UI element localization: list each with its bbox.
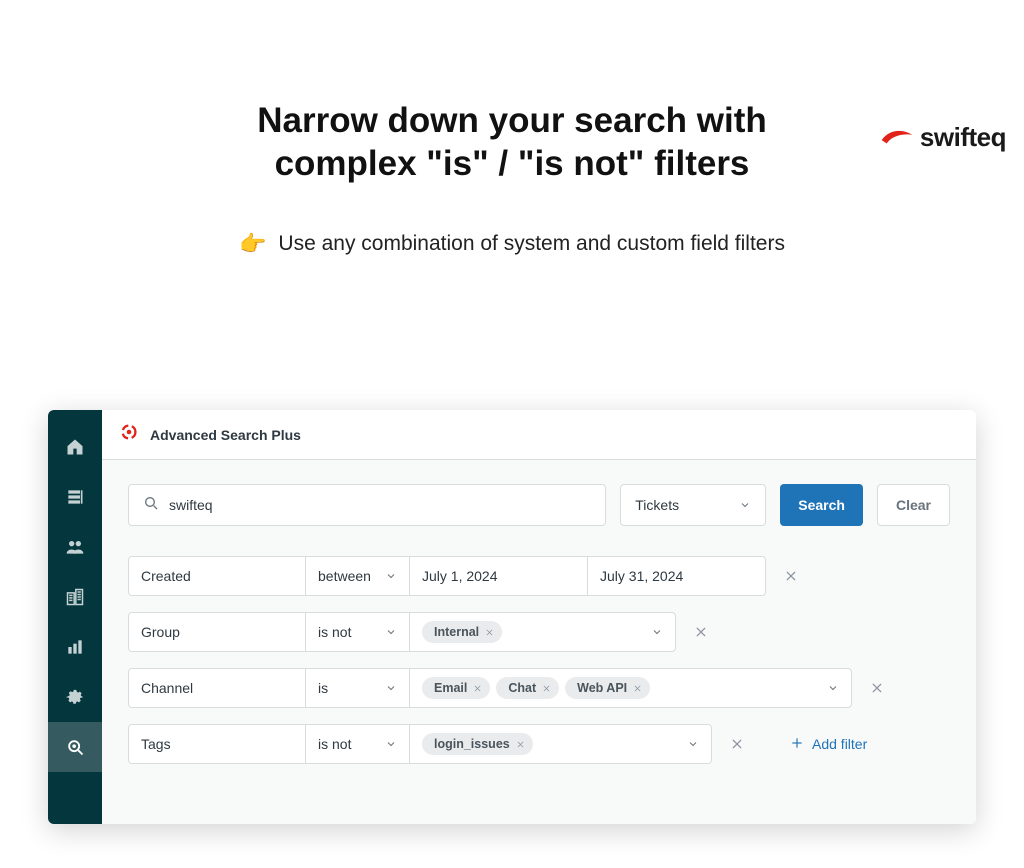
headline-line-2: complex "is" / "is not" filters xyxy=(0,143,1024,186)
pill-remove-icon[interactable] xyxy=(473,684,482,693)
scope-label: Tickets xyxy=(635,497,679,513)
plus-icon xyxy=(790,736,804,753)
filter-value-select[interactable]: Email Chat Web API xyxy=(410,668,852,708)
subline-text: Use any combination of system and custom… xyxy=(278,232,785,256)
filter-operator-select[interactable]: is not xyxy=(306,612,410,652)
pill-container: Internal xyxy=(422,621,502,643)
pill-remove-icon[interactable] xyxy=(516,740,525,749)
headline-line-1: Narrow down your search with xyxy=(0,100,1024,143)
chevron-down-icon xyxy=(651,626,663,638)
filter-row-group: Group is not Internal xyxy=(128,612,950,652)
chevron-down-icon xyxy=(739,499,751,511)
filter-field-label: Tags xyxy=(141,736,171,752)
filter-field-select[interactable]: Channel xyxy=(128,668,306,708)
pill-label: login_issues xyxy=(434,737,510,751)
pill-label: Internal xyxy=(434,625,479,639)
clear-button[interactable]: Clear xyxy=(877,484,950,526)
filter-value-select[interactable]: Internal xyxy=(410,612,676,652)
chevron-down-icon xyxy=(687,738,699,750)
pill-remove-icon[interactable] xyxy=(485,628,494,637)
app-window: Advanced Search Plus Tickets Search Clea… xyxy=(48,410,976,824)
chevron-down-icon xyxy=(385,682,397,694)
filters-list: Created between July 1, 2024 July 31, 20… xyxy=(128,556,950,764)
pill-container: login_issues xyxy=(422,733,533,755)
filter-operator-select[interactable]: is xyxy=(306,668,410,708)
chevron-down-icon xyxy=(827,682,839,694)
filter-operator-label: is xyxy=(318,680,328,696)
filter-field-select[interactable]: Group xyxy=(128,612,306,652)
page-subline: 👉 Use any combination of system and cust… xyxy=(0,231,1024,257)
search-box[interactable] xyxy=(128,484,606,526)
sidebar-users[interactable] xyxy=(48,522,102,572)
filter-row-channel: Channel is Email Chat xyxy=(128,668,950,708)
brand-swoosh-icon xyxy=(880,123,914,152)
search-button[interactable]: Search xyxy=(780,484,863,526)
chevron-down-icon xyxy=(385,738,397,750)
filter-pill[interactable]: Email xyxy=(422,677,490,699)
filter-date-to[interactable]: July 31, 2024 xyxy=(588,556,766,596)
sidebar-settings[interactable] xyxy=(48,672,102,722)
filter-row-tags: Tags is not login_issues xyxy=(128,724,950,764)
remove-filter-button[interactable] xyxy=(870,681,884,695)
search-input[interactable] xyxy=(169,497,591,513)
pill-container: Email Chat Web API xyxy=(422,677,650,699)
search-row: Tickets Search Clear xyxy=(128,484,950,526)
filter-pill[interactable]: Internal xyxy=(422,621,502,643)
sidebar-reports[interactable] xyxy=(48,622,102,672)
filter-operator-select[interactable]: is not xyxy=(306,724,410,764)
add-filter-button[interactable]: Add filter xyxy=(790,736,867,753)
sidebar-org[interactable] xyxy=(48,572,102,622)
sidebar-advanced-search[interactable] xyxy=(48,722,102,772)
sidebar-home[interactable] xyxy=(48,422,102,472)
app-brand-icon xyxy=(118,421,140,448)
sidebar-tickets[interactable] xyxy=(48,472,102,522)
filter-field-label: Group xyxy=(141,624,180,640)
remove-filter-button[interactable] xyxy=(694,625,708,639)
chevron-down-icon xyxy=(385,570,397,582)
filter-pill[interactable]: Chat xyxy=(496,677,559,699)
filter-row-created: Created between July 1, 2024 July 31, 20… xyxy=(128,556,950,596)
scope-select[interactable]: Tickets xyxy=(620,484,766,526)
brand-name: swifteq xyxy=(920,122,1006,153)
pill-remove-icon[interactable] xyxy=(542,684,551,693)
app-title: Advanced Search Plus xyxy=(150,427,301,443)
date-to-value: July 31, 2024 xyxy=(600,568,683,584)
remove-filter-button[interactable] xyxy=(784,569,798,583)
remove-filter-button[interactable] xyxy=(730,737,744,751)
filter-date-from[interactable]: July 1, 2024 xyxy=(410,556,588,596)
page-headline: Narrow down your search with complex "is… xyxy=(0,100,1024,185)
pointer-icon: 👉 xyxy=(239,231,266,257)
filter-operator-select[interactable]: between xyxy=(306,556,410,596)
pill-remove-icon[interactable] xyxy=(633,684,642,693)
filter-pill[interactable]: login_issues xyxy=(422,733,533,755)
search-icon xyxy=(143,495,169,516)
brand-logo: swifteq xyxy=(880,122,1006,153)
filter-operator-label: between xyxy=(318,568,371,584)
main-panel: Advanced Search Plus Tickets Search Clea… xyxy=(102,410,976,824)
filter-pill[interactable]: Web API xyxy=(565,677,650,699)
filter-operator-label: is not xyxy=(318,624,351,640)
filter-operator-label: is not xyxy=(318,736,351,752)
filter-field-label: Channel xyxy=(141,680,193,696)
topbar: Advanced Search Plus xyxy=(102,410,976,460)
add-filter-label: Add filter xyxy=(812,736,867,752)
content-area: Tickets Search Clear Created between xyxy=(102,460,976,788)
filter-field-select[interactable]: Tags xyxy=(128,724,306,764)
filter-field-select[interactable]: Created xyxy=(128,556,306,596)
filter-value-select[interactable]: login_issues xyxy=(410,724,712,764)
filter-field-label: Created xyxy=(141,568,191,584)
sidebar-nav xyxy=(48,410,102,824)
date-from-value: July 1, 2024 xyxy=(422,568,498,584)
pill-label: Web API xyxy=(577,681,627,695)
pill-label: Chat xyxy=(508,681,536,695)
chevron-down-icon xyxy=(385,626,397,638)
pill-label: Email xyxy=(434,681,467,695)
